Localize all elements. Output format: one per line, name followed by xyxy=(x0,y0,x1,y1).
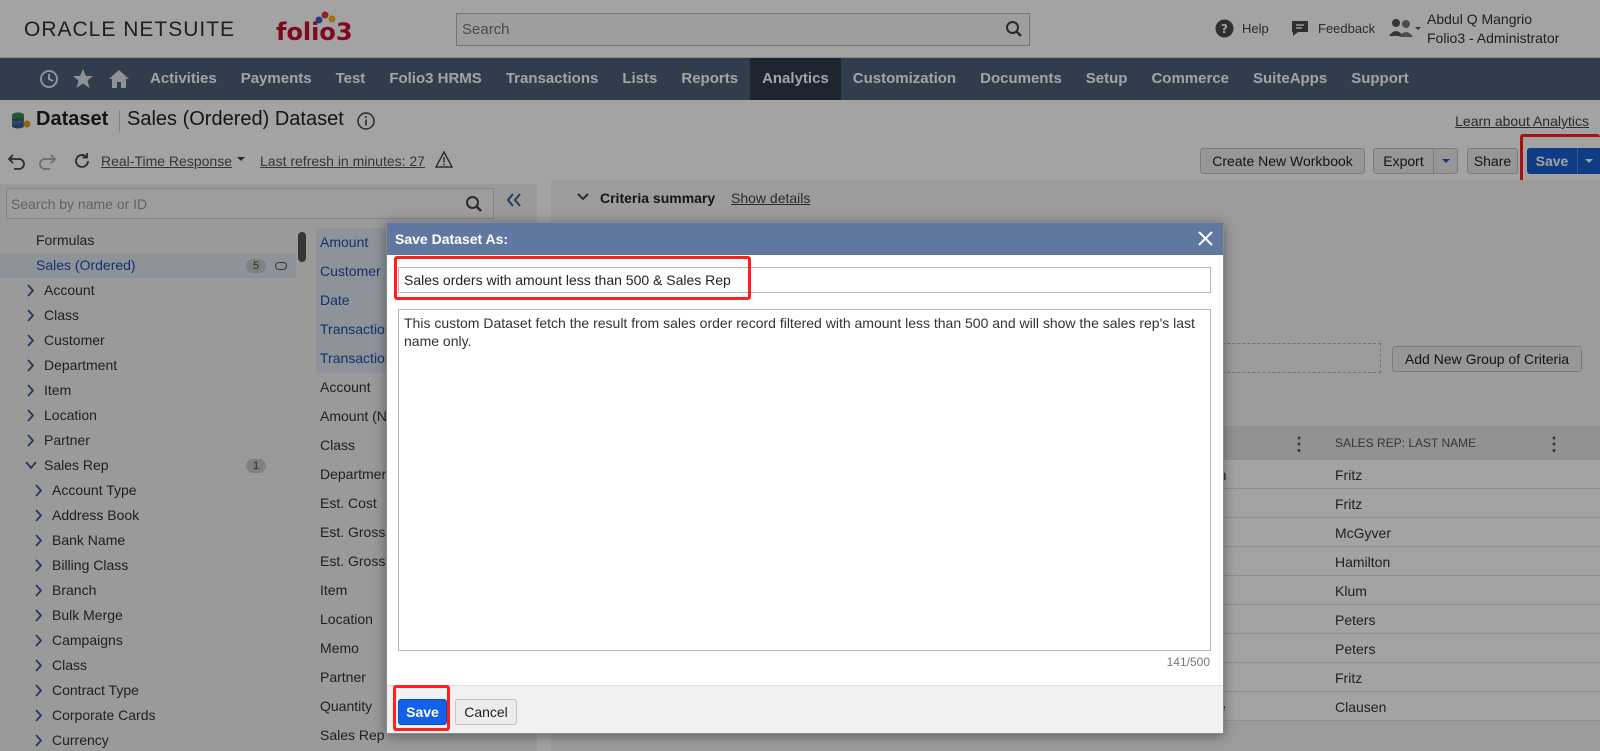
char-counter: 141/500 xyxy=(1166,655,1210,669)
dialog-save-highlight-frame xyxy=(393,685,450,731)
close-icon[interactable] xyxy=(1197,230,1214,247)
dialog-header: Save Dataset As: xyxy=(387,223,1223,255)
dialog-footer: Save Cancel xyxy=(387,685,1223,733)
dialog-cancel-button[interactable]: Cancel xyxy=(455,699,517,725)
name-highlight-frame xyxy=(394,256,751,300)
dialog-title: Save Dataset As: xyxy=(395,231,509,247)
dataset-description-textarea[interactable]: This custom Dataset fetch the result fro… xyxy=(398,309,1211,651)
